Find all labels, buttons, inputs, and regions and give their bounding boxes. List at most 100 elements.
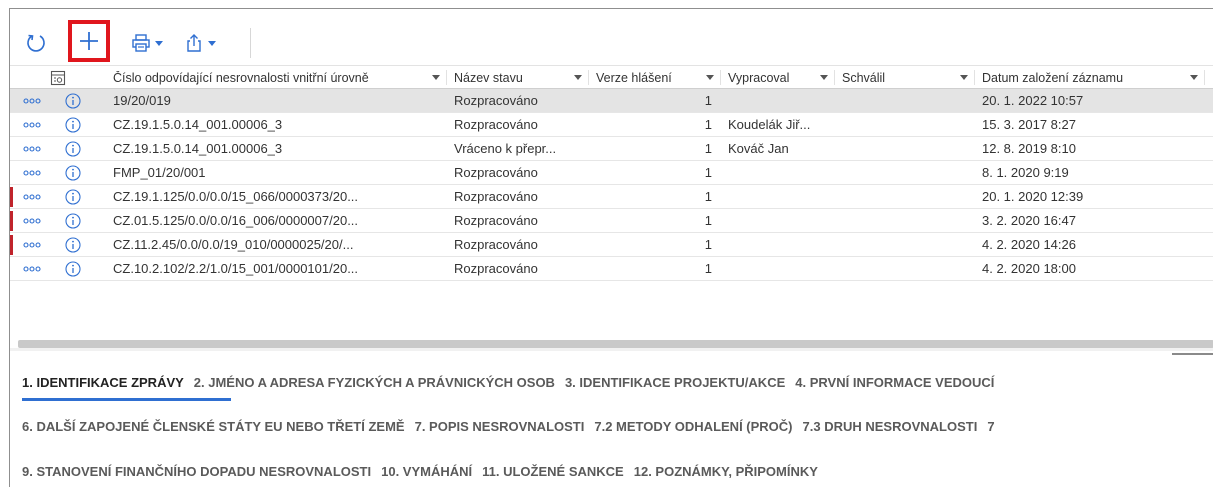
tab-line3-1[interactable]: 10. VYMÁHÁNÍ xyxy=(381,464,472,484)
tab-line1-0[interactable]: 1. IDENTIFIKACE ZPRÁVY xyxy=(22,375,184,395)
column-header-cislo[interactable]: Číslo odpovídající nesrovnalosti vnitřní… xyxy=(109,66,446,89)
table-row[interactable]: 19/20/019 Rozpracováno 1 20. 1. 2022 10:57 xyxy=(10,89,1213,113)
info-icon[interactable] xyxy=(65,141,81,157)
cell-datum: 4. 2. 2020 14:26 xyxy=(982,237,1076,252)
cell-vypracoval xyxy=(724,257,834,280)
column-header-label: Číslo odpovídající nesrovnalosti vnitřní… xyxy=(113,70,369,85)
column-divider xyxy=(720,70,721,85)
tab-line1-2[interactable]: 3. IDENTIFIKACE PROJEKTU/AKCE xyxy=(565,375,785,395)
cell-datum: 12. 8. 2019 8:10 xyxy=(982,141,1076,156)
plus-icon xyxy=(80,32,98,50)
tab-line2-3[interactable]: 7.3 DRUH NESROVNALOSTI xyxy=(803,419,978,439)
cell-verze: 1 xyxy=(704,165,712,180)
more-options-icon[interactable] xyxy=(23,146,41,152)
cell-cislo: CZ.11.2.45/0.0/0.0/19_010/0000025/20/... xyxy=(113,237,354,252)
cell-verze: 1 xyxy=(704,117,712,132)
cell-verze: 1 xyxy=(704,189,712,204)
cell-vypracoval xyxy=(724,209,834,232)
tab-line3-3[interactable]: 12. POZNÁMKY, PŘIPOMÍNKY xyxy=(634,464,818,484)
cell-stav: Rozpracováno xyxy=(454,189,538,204)
column-header-label: Schválil xyxy=(842,70,886,85)
cell-verze: 1 xyxy=(704,141,712,156)
tab-line2-1[interactable]: 7. POPIS NESROVNALOSTI xyxy=(415,419,585,439)
cell-schvalil xyxy=(838,185,974,208)
more-options-icon[interactable] xyxy=(23,266,41,272)
tab-line3-2[interactable]: 11. ULOŽENÉ SANKCE xyxy=(482,464,624,484)
table-row[interactable]: CZ.19.1.125/0.0/0.0/15_066/0000373/20...… xyxy=(10,185,1213,209)
info-icon[interactable] xyxy=(65,261,81,277)
info-icon[interactable] xyxy=(65,213,81,229)
tab-line3-0[interactable]: 9. STANOVENÍ FINANČNÍHO DOPADU NESROVNAL… xyxy=(22,464,371,484)
cell-stav: Rozpracováno xyxy=(454,237,538,252)
more-options-icon[interactable] xyxy=(23,122,41,128)
table-row[interactable]: CZ.19.1.5.0.14_001.00006_3 Rozpracováno 1 K… xyxy=(10,113,1213,137)
info-icon[interactable] xyxy=(65,189,81,205)
print-menu-button[interactable] xyxy=(125,29,169,57)
share-export-icon xyxy=(187,34,201,52)
column-header-vypracoval[interactable]: Vypracoval xyxy=(724,66,834,89)
chevron-down-icon[interactable] xyxy=(960,75,968,80)
column-header-label: Verze hlášení xyxy=(596,70,672,85)
tab-line2-0[interactable]: 6. DALŠÍ ZAPOJENÉ ČLENSKÉ STÁTY EU NEBO … xyxy=(22,419,405,439)
tab-line1-3[interactable]: 4. PRVNÍ INFORMACE VEDOUCÍ xyxy=(795,375,994,395)
more-options-icon[interactable] xyxy=(23,218,41,224)
cell-cislo: CZ.01.5.125/0.0/0.0/16_006/0000007/20... xyxy=(113,213,359,228)
add-button[interactable] xyxy=(68,20,110,62)
horizontal-scrollbar[interactable] xyxy=(18,340,1213,348)
cell-datum: 8. 1. 2020 9:19 xyxy=(982,165,1069,180)
table-row[interactable]: CZ.11.2.45/0.0/0.0/19_010/0000025/20/...… xyxy=(10,233,1213,257)
chevron-down-icon[interactable] xyxy=(432,75,440,80)
refresh-button[interactable] xyxy=(22,29,50,57)
info-icon[interactable] xyxy=(65,93,81,109)
column-chooser-button[interactable] xyxy=(10,66,105,89)
cell-datum: 3. 2. 2020 16:47 xyxy=(982,213,1076,228)
tab-line1-1[interactable]: 2. JMÉNO A ADRESA FYZICKÝCH A PRÁVNICKÝC… xyxy=(194,375,555,395)
resize-handle[interactable] xyxy=(1172,353,1213,355)
column-divider xyxy=(834,70,835,85)
info-icon[interactable] xyxy=(65,117,81,133)
more-options-icon[interactable] xyxy=(23,98,41,104)
column-header-verze[interactable]: Verze hlášení xyxy=(592,66,720,89)
column-divider xyxy=(1204,70,1205,85)
info-icon[interactable] xyxy=(65,165,81,181)
tab-line2-2[interactable]: 7.2 METODY ODHALENÍ (PROČ) xyxy=(594,419,792,439)
column-divider xyxy=(446,70,447,85)
export-menu-button[interactable] xyxy=(178,29,222,57)
tab-row-1: 1. IDENTIFIKACE ZPRÁVY 2. JMÉNO A ADRESA … xyxy=(22,375,1004,395)
info-icon[interactable] xyxy=(65,237,81,253)
cell-schvalil xyxy=(838,257,974,280)
cell-stav: Rozpracováno xyxy=(454,93,538,108)
column-header-datum[interactable]: Datum založení záznamu xyxy=(978,66,1204,89)
chevron-down-icon[interactable] xyxy=(1190,75,1198,80)
cell-vypracoval xyxy=(724,161,834,184)
chevron-down-icon[interactable] xyxy=(574,75,582,80)
column-header-schvalil[interactable]: Schválil xyxy=(838,66,974,89)
cell-vypracoval xyxy=(724,185,834,208)
tab-line2-4[interactable]: 7 xyxy=(987,419,994,439)
column-header-label: Vypracoval xyxy=(728,70,790,85)
cell-cislo: CZ.10.2.102/2.2/1.0/15_001/0000101/20... xyxy=(113,261,359,276)
print-icon xyxy=(132,34,150,52)
cell-vypracoval: Kováč Jan xyxy=(728,141,789,156)
cell-verze: 1 xyxy=(704,237,712,252)
column-divider xyxy=(588,70,589,85)
cell-vypracoval xyxy=(724,233,834,256)
cell-stav: Rozpracováno xyxy=(454,117,538,132)
chevron-down-icon xyxy=(208,40,216,46)
column-divider xyxy=(974,70,975,85)
cell-stav: Rozpracováno xyxy=(454,261,538,276)
table-row[interactable]: FMP_01/20/001 Rozpracováno 1 8. 1. 2020 9:1… xyxy=(10,161,1213,185)
tab-row-2: 6. DALŠÍ ZAPOJENÉ ČLENSKÉ STÁTY EU NEBO … xyxy=(22,419,1005,439)
table-row[interactable]: CZ.01.5.125/0.0/0.0/16_006/0000007/20...… xyxy=(10,209,1213,233)
more-options-icon[interactable] xyxy=(23,194,41,200)
table-row[interactable]: CZ.10.2.102/2.2/1.0/15_001/0000101/20...… xyxy=(10,257,1213,281)
row-flag-marker xyxy=(10,187,13,207)
more-options-icon[interactable] xyxy=(23,170,41,176)
column-header-stav[interactable]: Název stavu xyxy=(450,66,588,89)
chevron-down-icon[interactable] xyxy=(706,75,714,80)
column-settings-icon xyxy=(50,70,65,85)
more-options-icon[interactable] xyxy=(23,242,41,248)
table-row[interactable]: CZ.19.1.5.0.14_001.00006_3 Vráceno k přep… xyxy=(10,137,1213,161)
chevron-down-icon[interactable] xyxy=(820,75,828,80)
cell-stav: Vráceno k přepr... xyxy=(454,141,557,156)
